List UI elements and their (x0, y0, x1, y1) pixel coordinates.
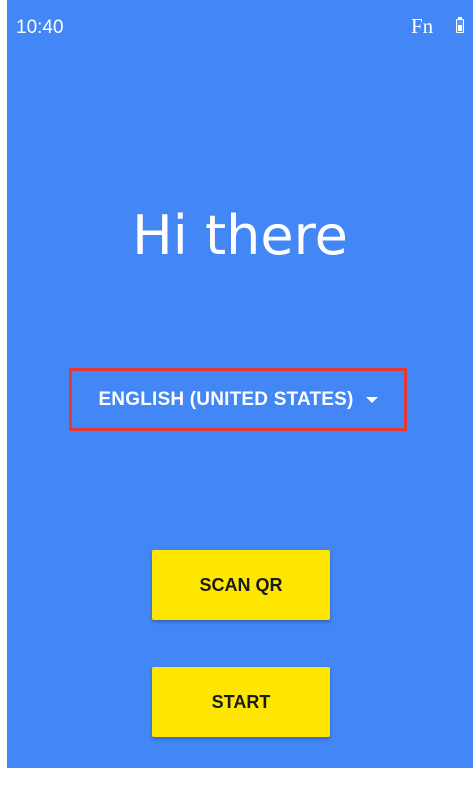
fn-indicator: Fn (411, 14, 434, 38)
status-bar: 10:40 Fn (7, 0, 473, 54)
status-time: 10:40 (16, 17, 64, 38)
battery-icon (456, 17, 464, 33)
start-button[interactable]: START (152, 667, 330, 737)
arrow-drop-down-icon (365, 396, 378, 403)
scan-qr-button[interactable]: SCAN QR (152, 550, 330, 620)
language-dropdown[interactable]: ENGLISH (UNITED STATES) (69, 368, 407, 431)
greeting-title: Hi there (132, 204, 348, 267)
welcome-screen: 10:40 Fn Hi there ENGLISH (UNITED STATES… (7, 0, 473, 768)
language-selected-value: ENGLISH (UNITED STATES) (98, 388, 354, 410)
